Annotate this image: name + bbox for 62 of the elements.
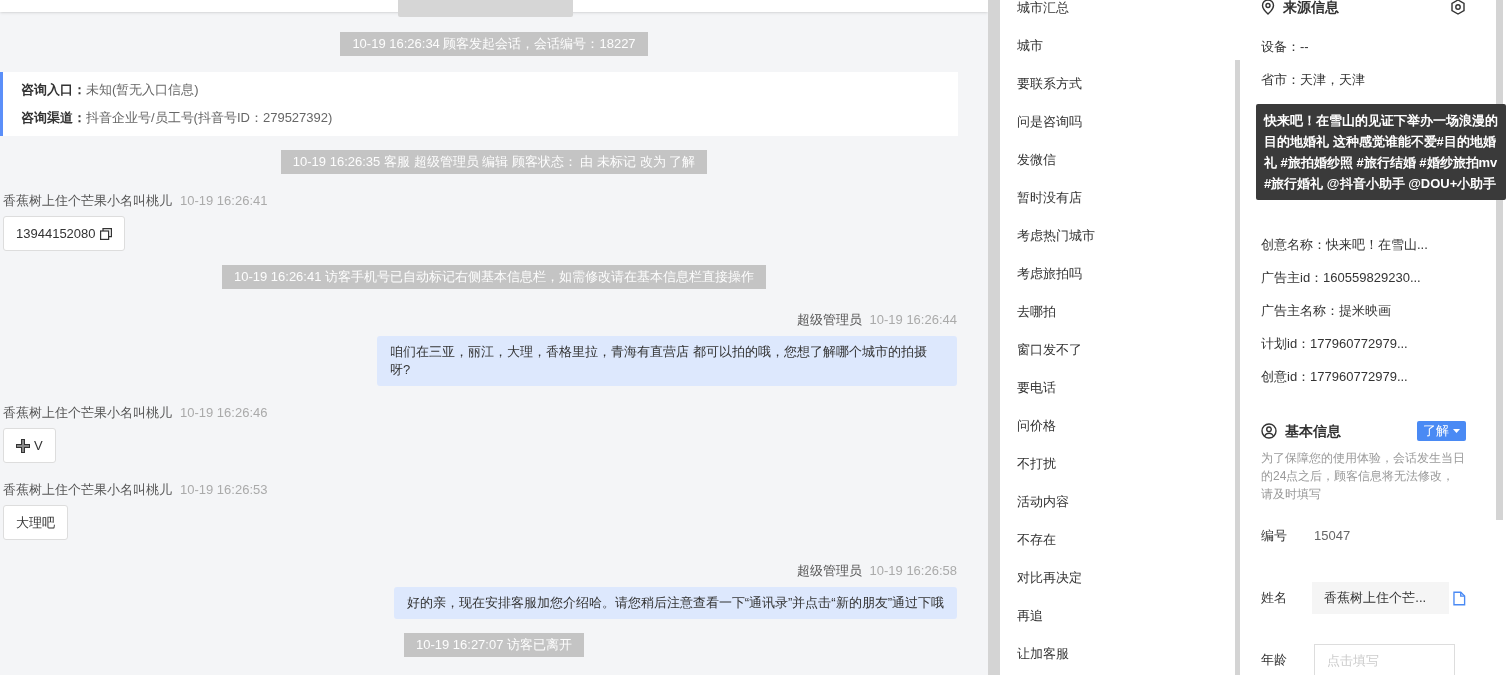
- sender-name: 香蕉树上住个芒果小名叫桃儿: [3, 481, 172, 499]
- tag-item[interactable]: 城市: [1017, 27, 1235, 65]
- tag-item[interactable]: 去哪拍: [1017, 293, 1235, 331]
- sender-name: 香蕉树上住个芒果小名叫桃儿: [3, 404, 172, 422]
- message-time: 10-19 16:26:58: [869, 562, 957, 580]
- tag-item[interactable]: 要电话: [1017, 369, 1235, 407]
- tag-item[interactable]: 考虑旅拍吗: [1017, 255, 1235, 293]
- user-icon: [1261, 423, 1277, 439]
- source-row-text: 创意id：177960772979...: [1261, 368, 1409, 386]
- section-title: 来源信息: [1283, 0, 1340, 17]
- copy-icon[interactable]: [99, 227, 112, 240]
- message-time: 10-19 16:26:46: [180, 404, 268, 422]
- message-bubble: 咱们在三亚，丽江，大理，香格里拉，青海有直营店 都可以拍的哦，您想了解哪个城市的拍摄呀?: [377, 336, 957, 386]
- field-label: 编号: [1261, 527, 1288, 546]
- field-value: 15047: [1314, 527, 1351, 546]
- section-title: 基本信息: [1285, 421, 1342, 441]
- source-row-text: 计划id：177960772979...: [1261, 335, 1409, 353]
- scrollbar[interactable]: [988, 0, 1000, 675]
- tag-item[interactable]: 再追: [1017, 597, 1235, 635]
- tag-item[interactable]: 发微信: [1017, 141, 1235, 179]
- name-field[interactable]: 香蕉树上住个芒...: [1312, 582, 1450, 614]
- info-value: 抖音企业号/员工号(抖音号ID：279527392): [86, 109, 333, 127]
- message-time: 10-19 16:26:44: [869, 311, 957, 329]
- location-pin-icon: [1261, 0, 1275, 15]
- scrollbar[interactable]: [1496, 0, 1503, 520]
- tag-item[interactable]: 要联系方式: [1017, 65, 1235, 103]
- tag-item[interactable]: 考虑热门城市: [1017, 217, 1235, 255]
- message-time: 10-19 16:26:41: [180, 192, 268, 210]
- tag-item[interactable]: 不打扰: [1017, 445, 1235, 483]
- info-label: 咨询入口：: [21, 81, 86, 99]
- sender-name: 香蕉树上住个芒果小名叫桃儿: [3, 192, 172, 210]
- source-row-text: 广告主id：160559829230...: [1261, 269, 1422, 287]
- message-time: 10-19 16:26:53: [180, 481, 268, 499]
- tag-item[interactable]: 活动内容: [1017, 483, 1235, 521]
- source-row-text: 省市：天津，天津: [1261, 71, 1366, 89]
- tag-item[interactable]: 暂时没有店: [1017, 179, 1235, 217]
- notice-text: 为了保障您的使用体验，会话发生当日的24点之后，顾客信息将无法修改，请及时填写: [1261, 450, 1466, 503]
- field-label: 姓名: [1261, 589, 1288, 608]
- message-bubble: 好的亲，现在安排客服加您介绍哈。请您稍后注意查看一下“通讯录”并点击“新的朋友”通过下哦: [393, 587, 957, 619]
- field-label: 年龄: [1261, 651, 1288, 670]
- tooltip: 快来吧！在雪山的见证下举办一场浪漫的目的地婚礼 这种感觉谁能不爱#目的地婚礼 #旅拍婚纱照 #旅行结婚 #婚纱旅拍mv #旅行婚礼 @抖音小助手 @DOU+小助手: [1256, 104, 1506, 200]
- tag-item[interactable]: 问价格: [1017, 407, 1235, 445]
- sender-name: 超级管理员: [796, 562, 862, 580]
- tag-item[interactable]: 让加客服: [1017, 635, 1235, 664]
- message-bubble: 大理吧: [3, 505, 68, 540]
- source-row-text: 设备：--: [1261, 38, 1310, 56]
- tag-item[interactable]: 城市汇总: [1017, 0, 1235, 27]
- info-label: 咨询渠道：: [21, 109, 86, 127]
- settings-icon[interactable]: [1450, 0, 1466, 15]
- source-row-text: 创意名称：快来吧！在雪山...: [1261, 236, 1429, 254]
- info-value: 未知(暂无入口信息): [86, 81, 199, 99]
- tag-item[interactable]: 问是咨询吗: [1017, 103, 1235, 141]
- tag-item[interactable]: 不存在: [1017, 521, 1235, 559]
- scrollbar[interactable]: [1235, 60, 1240, 675]
- tag-item[interactable]: 窗口发不了: [1017, 331, 1235, 369]
- caret-icon: [1453, 429, 1460, 433]
- source-row-text: 广告主名称：提米映画: [1261, 302, 1392, 320]
- plus-icon: [16, 438, 30, 453]
- message-bubble: V: [3, 428, 56, 463]
- tag-item[interactable]: 对比再决定: [1017, 559, 1235, 597]
- sender-name: 超级管理员: [796, 311, 862, 329]
- message-bubble: 13944152080: [3, 216, 125, 251]
